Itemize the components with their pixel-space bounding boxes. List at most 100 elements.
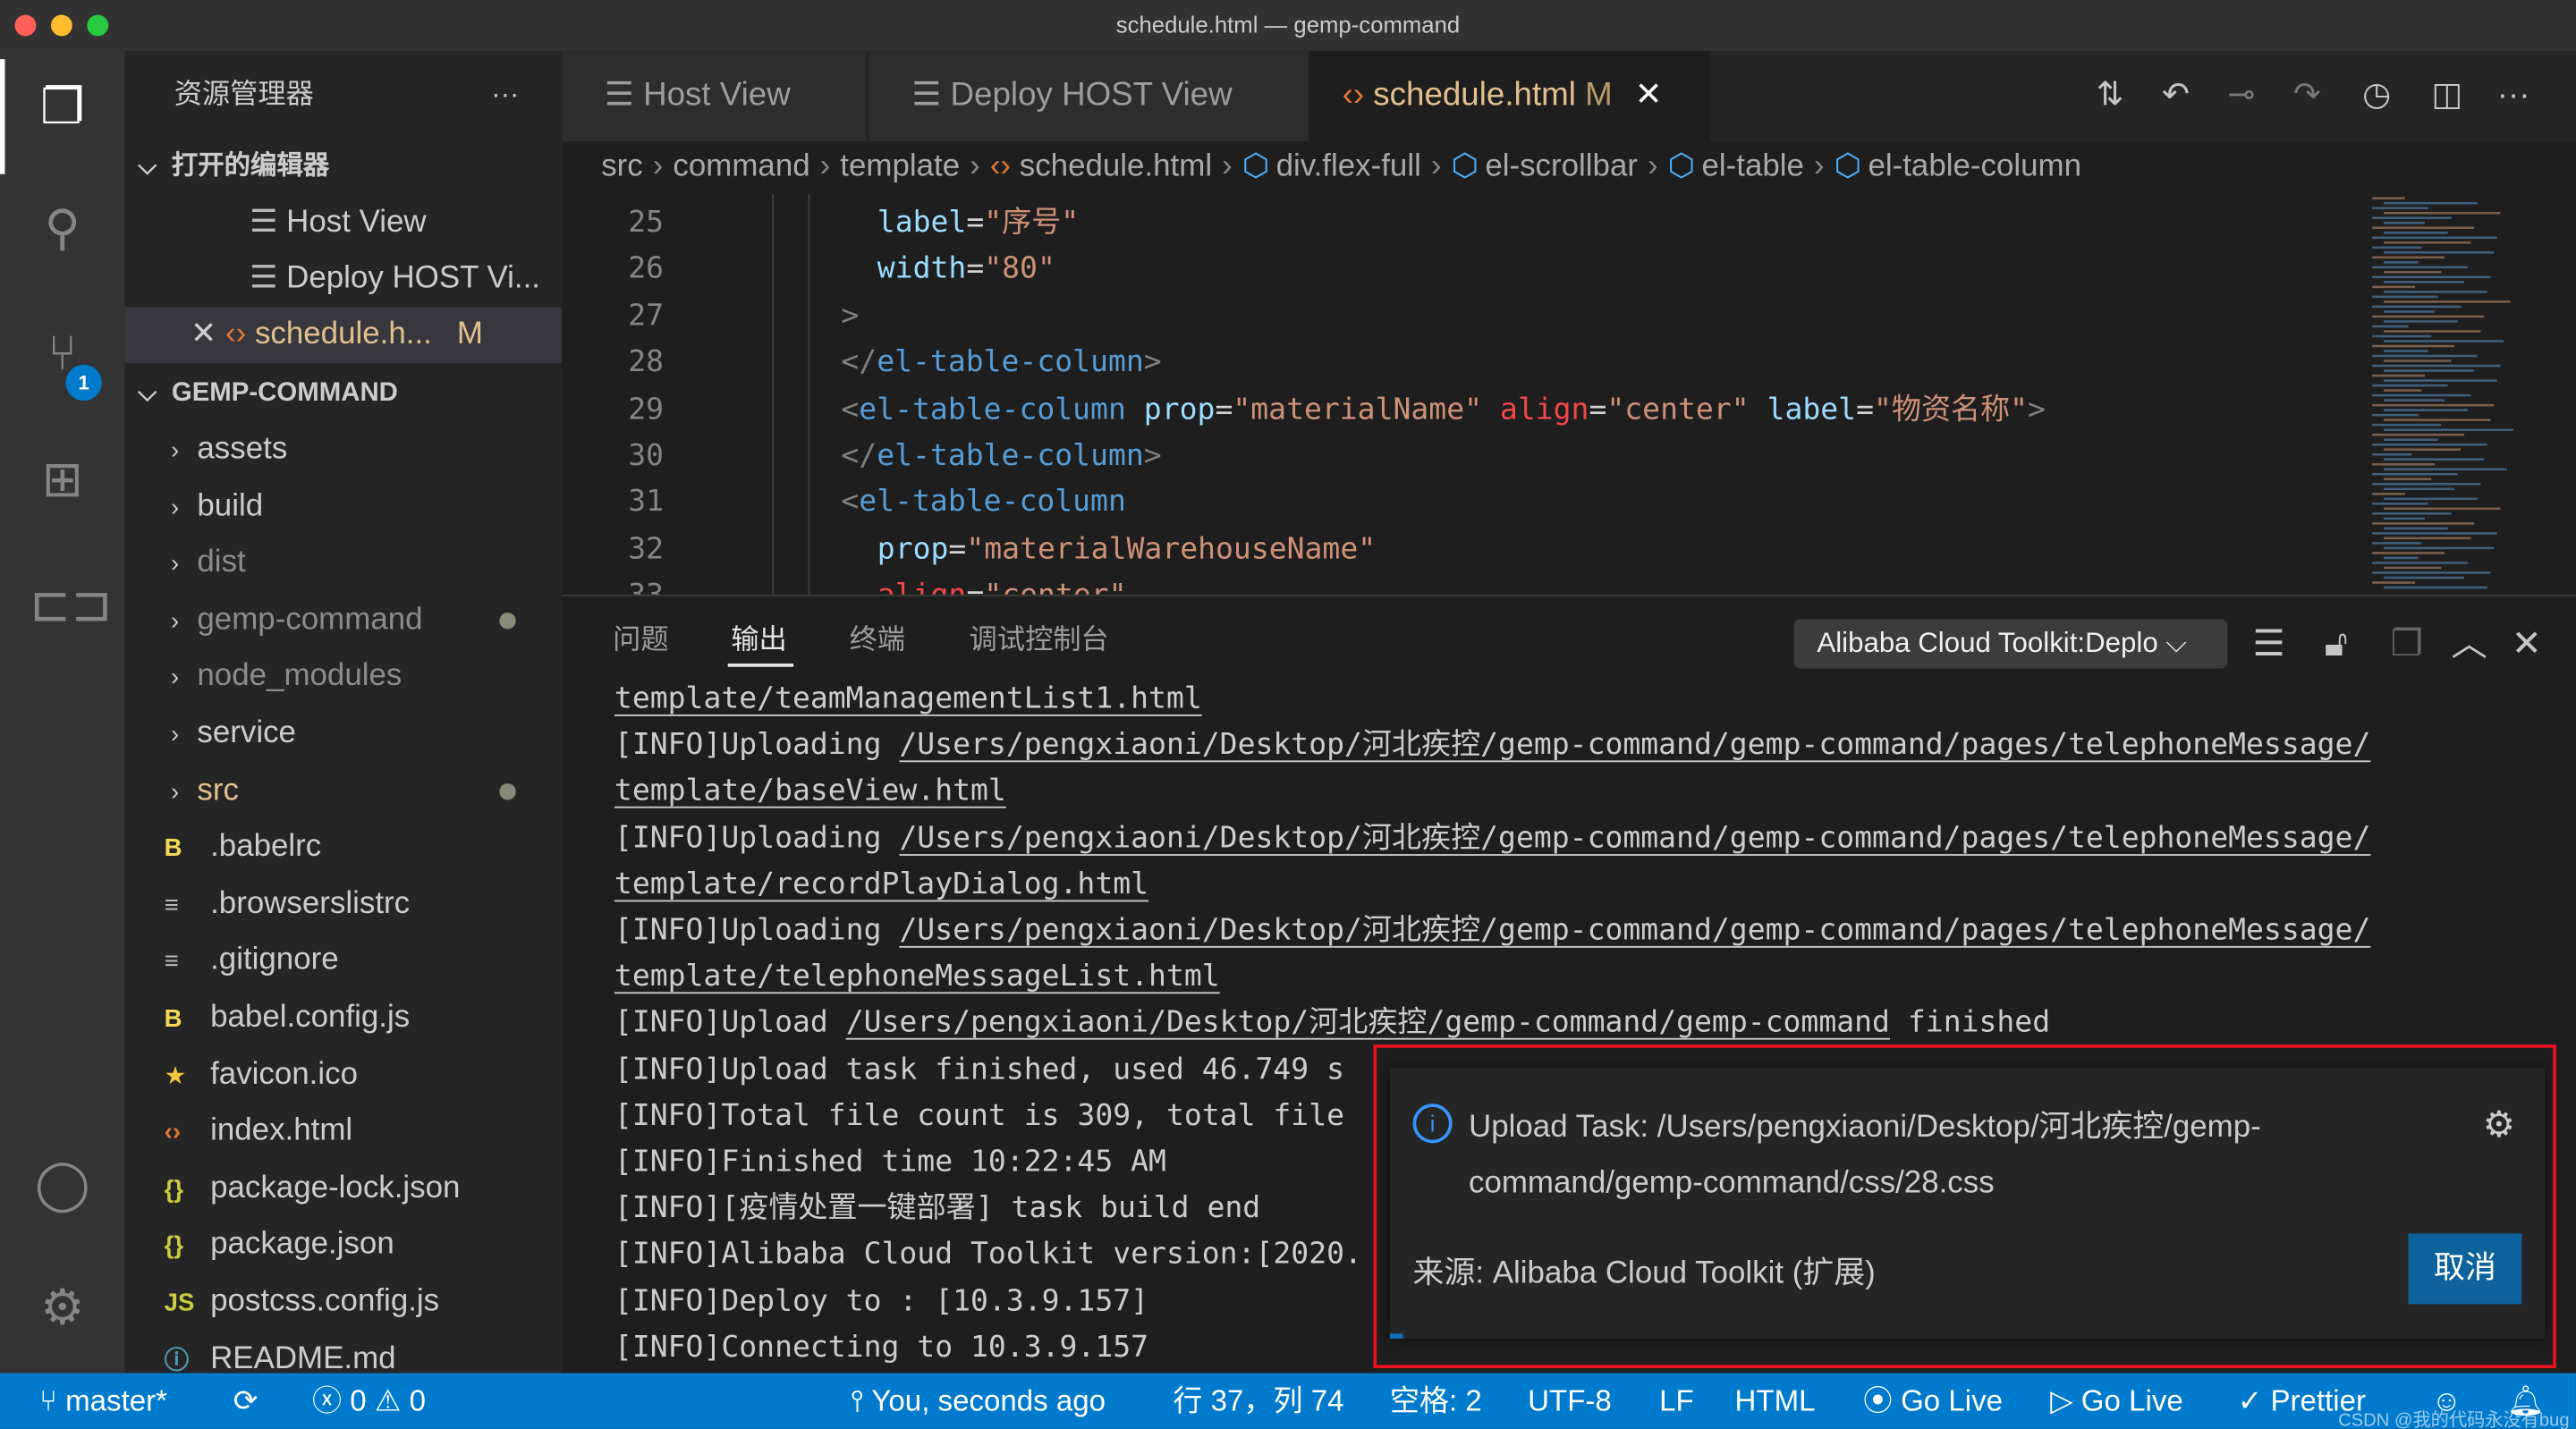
- file-link[interactable]: template/baseView.html: [614, 774, 1006, 809]
- maximize-window-button[interactable]: [87, 14, 109, 37]
- tab-label: Deploy HOST View: [950, 77, 1233, 114]
- cursor-position[interactable]: 行 37，列 74: [1173, 1373, 1343, 1428]
- close-window-button[interactable]: [14, 14, 37, 37]
- code-line[interactable]: 28 </el-table-column>: [562, 341, 2368, 386]
- tab-schedule-html[interactable]: ‹› schedule.html M ✕: [1309, 50, 1712, 141]
- open-log-icon[interactable]: ❐: [2382, 619, 2431, 668]
- file-link[interactable]: /Users/pengxiaoni/Desktop/河北疾控/gemp-comm…: [899, 913, 2370, 948]
- remote-icon[interactable]: ⊏⊐: [30, 573, 112, 638]
- indentation[interactable]: 空格: 2: [1390, 1373, 1482, 1428]
- git-blame-item[interactable]: ⫯ You, seconds ago: [851, 1373, 1106, 1428]
- open-editor-schedule[interactable]: ✕ ‹› schedule.h... M: [124, 307, 563, 363]
- code-line[interactable]: 32 prop="materialWarehouseName": [562, 527, 2368, 572]
- tree-item--gitignore[interactable]: ≡ .gitignore: [125, 934, 563, 989]
- panel-tab-debug-console[interactable]: 调试控制台: [970, 595, 1109, 687]
- panel-tab-terminal[interactable]: 终端: [850, 595, 905, 687]
- tree-item-label: .browserslistrc: [210, 886, 411, 922]
- code-line[interactable]: 25 label="序号": [562, 200, 2368, 246]
- code-line[interactable]: 31 <el-table-column: [562, 480, 2368, 526]
- split-editor-icon[interactable]: ◫: [2431, 51, 2462, 141]
- breadcrumb-item[interactable]: template: [840, 149, 960, 184]
- file-link[interactable]: template/telephoneMessageList.html: [614, 960, 1220, 994]
- modified-dot: [499, 782, 516, 799]
- code-editor[interactable]: 25 label="序号" 26 width="80" 27 >28 </el-table-…: [562, 193, 2368, 595]
- code-line[interactable]: 27 >: [562, 293, 2368, 339]
- output-line: template/teamManagementList1.html: [614, 677, 1202, 723]
- search-icon[interactable]: ⚲: [30, 197, 95, 262]
- output-line: [INFO]Uploading /Users/pengxiaoni/Deskto…: [614, 723, 2370, 768]
- minimize-window-button[interactable]: [50, 14, 72, 37]
- tree-item-node-modules[interactable]: › node_modules: [125, 649, 563, 705]
- git-commit-icon[interactable]: ⊸: [2228, 51, 2256, 141]
- problems-item[interactable]: ⓧ 0 ⚠ 0: [312, 1373, 426, 1428]
- panel-tab-output[interactable]: 输出: [731, 595, 786, 687]
- git-commit-back-icon[interactable]: ↶: [2162, 51, 2190, 141]
- symbol-element-icon: ⬡: [1834, 149, 1862, 184]
- lock-icon[interactable]: 🔓︎: [2311, 619, 2360, 668]
- tree-item-assets[interactable]: › assets: [125, 422, 563, 478]
- tree-item-package-lock-json[interactable]: {} package-lock.json: [125, 1161, 563, 1216]
- eol[interactable]: LF: [1659, 1373, 1694, 1428]
- file-link[interactable]: /Users/pengxiaoni/Desktop/河北疾控/gemp-comm…: [899, 821, 2370, 856]
- open-editors-section[interactable]: ⌵ 打开的编辑器: [125, 140, 563, 195]
- open-editor-deploy-host-view[interactable]: ☰ Deploy HOST Vi...: [125, 251, 563, 307]
- breadcrumb-item[interactable]: src: [601, 149, 643, 184]
- extensions-icon[interactable]: ⊞: [30, 448, 95, 513]
- output-channel-select[interactable]: Alibaba Cloud Toolkit:Deplo ⌵: [1793, 619, 2228, 669]
- go-live-item-2[interactable]: ▷ Go Live: [2050, 1373, 2183, 1428]
- breadcrumb-item[interactable]: command: [673, 149, 809, 184]
- tree-item-dist[interactable]: › dist: [125, 536, 563, 591]
- file-link[interactable]: template/teamManagementList1.html: [614, 681, 1202, 716]
- sync-icon[interactable]: ⟳: [233, 1373, 258, 1428]
- file-link[interactable]: /Users/pengxiaoni/Desktop/河北疾控/gemp-comm…: [899, 728, 2370, 763]
- chevron-right-icon: ›: [171, 777, 180, 807]
- tree-item-package-json[interactable]: {} package.json: [125, 1218, 563, 1273]
- tree-item-babel-config-js[interactable]: Bbabel.config.js: [125, 991, 563, 1046]
- git-commit-forward-icon[interactable]: ↷: [2293, 51, 2321, 141]
- branch-item[interactable]: ⑂ master*: [39, 1373, 167, 1428]
- tree-item-postcss-config-js[interactable]: JS postcss.config.js: [125, 1274, 563, 1330]
- code-line[interactable]: 33 align="center": [562, 573, 2368, 595]
- files-icon[interactable]: ❐: [30, 75, 95, 140]
- tree-item-index-html[interactable]: ‹› index.html: [125, 1104, 563, 1160]
- minimap[interactable]: [2365, 193, 2576, 595]
- clear-output-icon[interactable]: ☰: [2244, 619, 2293, 668]
- breadcrumb-item[interactable]: schedule.html: [1020, 149, 1212, 184]
- tree-item-build[interactable]: › build: [125, 479, 563, 535]
- close-icon[interactable]: ✕: [1635, 77, 1663, 113]
- code-line[interactable]: 29 <el-table-column prop="materialName" a…: [562, 387, 2368, 433]
- breadcrumb-item[interactable]: el-scrollbar: [1485, 149, 1638, 184]
- panel-tab-problems[interactable]: 问题: [613, 595, 668, 687]
- go-live-item-1[interactable]: ⦿ Go Live: [1863, 1373, 2003, 1428]
- code-line[interactable]: 30 </el-table-column>: [562, 434, 2368, 479]
- code-line[interactable]: 26 width="80": [562, 247, 2368, 292]
- breadcrumb-item[interactable]: el-table: [1701, 149, 1803, 184]
- tab-host-view[interactable]: ☰ Host View: [562, 50, 868, 141]
- encoding[interactable]: UTF-8: [1528, 1373, 1612, 1428]
- close-panel-icon[interactable]: ✕: [2502, 619, 2551, 668]
- project-section[interactable]: ⌵ GEMP-COMMAND: [125, 367, 563, 422]
- more-actions-icon[interactable]: ···: [2497, 51, 2530, 141]
- file-link[interactable]: /Users/pengxiaoni/Desktop/河北疾控/gemp-comm…: [846, 1006, 1890, 1041]
- tree-item-favicon-ico[interactable]: ★ favicon.ico: [125, 1047, 563, 1103]
- timeline-icon[interactable]: ◷: [2362, 51, 2391, 141]
- tree-item-src[interactable]: › src: [125, 763, 563, 818]
- tab-deploy-host-view[interactable]: ☰ Deploy HOST View: [869, 50, 1309, 141]
- close-icon[interactable]: ✕: [191, 317, 225, 351]
- git-compare-icon[interactable]: ⇅: [2097, 51, 2124, 141]
- tree-item-service[interactable]: › service: [125, 706, 563, 762]
- account-icon[interactable]: ◯: [30, 1153, 95, 1218]
- minimap-line: [2384, 281, 2465, 283]
- more-actions-icon[interactable]: ···: [491, 67, 519, 123]
- gear-icon[interactable]: ⚙: [30, 1276, 95, 1341]
- breadcrumb-item[interactable]: el-table-column: [1868, 149, 2081, 184]
- language-mode[interactable]: HTML: [1735, 1373, 1816, 1428]
- open-editor-host-view[interactable]: ☰ Host View: [125, 196, 563, 251]
- output-line: [INFO]Deploy to : [10.3.9.157]: [614, 1279, 1148, 1324]
- tree-item--babelrc[interactable]: B .babelrc: [125, 820, 563, 875]
- file-link[interactable]: template/recordPlayDialog.html: [614, 867, 1148, 901]
- tree-item--browserslistrc[interactable]: ≡ .browserslistrc: [125, 876, 563, 932]
- maximize-panel-icon[interactable]: ︿: [2445, 619, 2494, 668]
- tree-item-gemp-command[interactable]: › gemp-command: [125, 593, 563, 648]
- breadcrumb-item[interactable]: div.flex-full: [1276, 149, 1421, 184]
